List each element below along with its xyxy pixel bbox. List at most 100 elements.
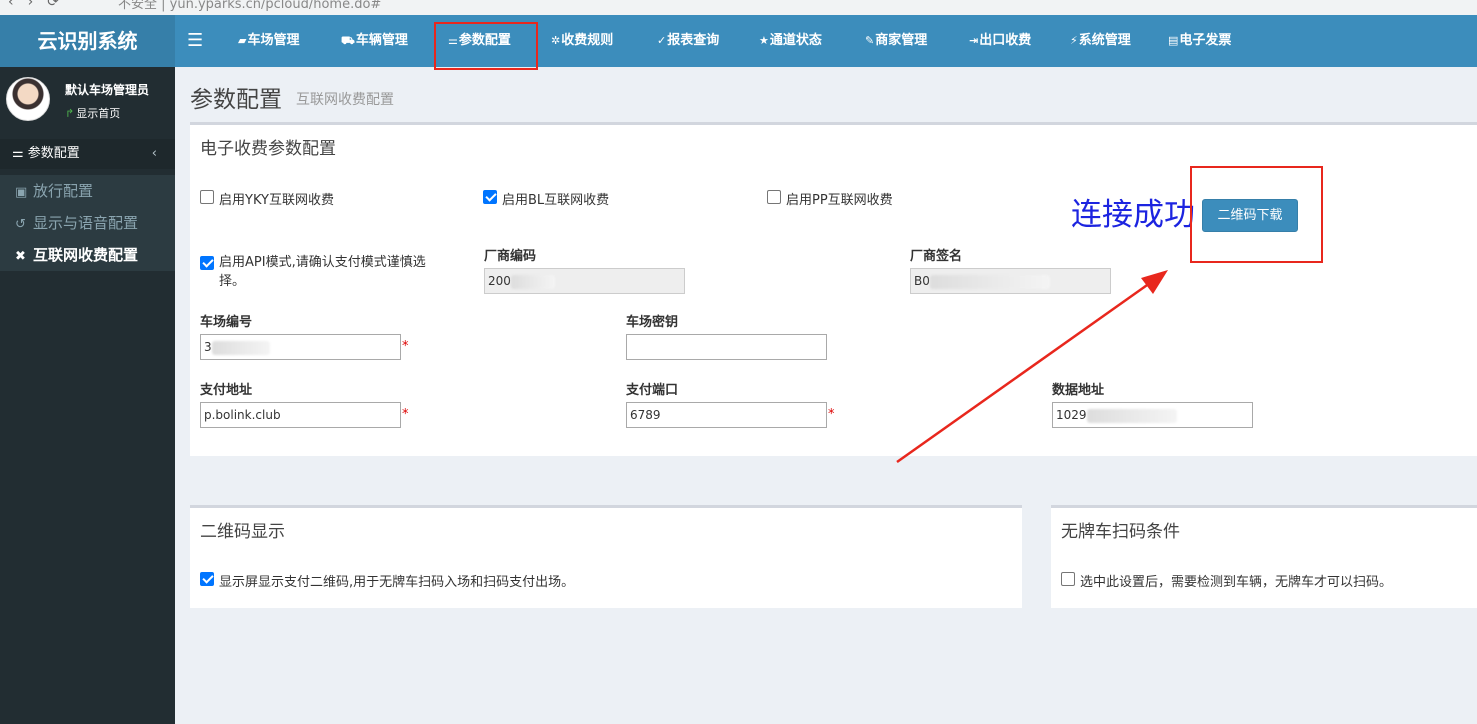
nav-label: 电子发票 bbox=[1179, 33, 1232, 48]
pay-port-label: 支付端口 bbox=[626, 383, 679, 398]
highlight-box-params bbox=[434, 22, 538, 70]
park-no-label: 车场编号 bbox=[200, 315, 253, 330]
home-link[interactable]: ↱ 显示首页 bbox=[65, 105, 120, 121]
avatar bbox=[6, 77, 50, 121]
vendor-code-field[interactable]: 200 bbox=[484, 268, 685, 294]
nav-vehicles[interactable]: ⛟车辆管理 bbox=[341, 15, 408, 67]
app-logo[interactable]: 云识别系统 bbox=[0, 15, 175, 67]
star-icon: ★ bbox=[759, 34, 769, 47]
bl-label: 启用BL互联网收费 bbox=[502, 193, 610, 208]
pp-option[interactable]: 启用PP互联网收费 bbox=[767, 189, 893, 208]
sidebar-item-release[interactable]: ▣ 放行配置 bbox=[0, 175, 175, 207]
vendor-code-label: 厂商编码 bbox=[484, 249, 537, 264]
nav-label: 商家管理 bbox=[875, 33, 928, 48]
nav-merchants[interactable]: ✎商家管理 bbox=[865, 15, 927, 67]
nav-label: 车辆管理 bbox=[355, 33, 408, 48]
bl-option[interactable]: 启用BL互联网收费 bbox=[483, 189, 609, 208]
pp-checkbox[interactable] bbox=[767, 190, 781, 204]
nav-einvoice[interactable]: ▤电子发票 bbox=[1168, 15, 1231, 67]
nav-label: 车场管理 bbox=[247, 33, 300, 48]
nav-label: 系统管理 bbox=[1078, 33, 1131, 48]
nav-fee-rules[interactable]: ✲收费规则 bbox=[551, 15, 613, 67]
invoice-icon: ▤ bbox=[1168, 34, 1179, 47]
qr-display-option[interactable]: 显示屏显示支付二维码,用于无牌车扫码入场和扫码支付出场。 bbox=[200, 571, 574, 590]
pp-label: 启用PP互联网收费 bbox=[786, 193, 893, 208]
sidebar-item-display-voice[interactable]: ↺ 显示与语音配置 bbox=[0, 207, 175, 239]
plate-scan-checkbox[interactable] bbox=[1061, 572, 1075, 586]
cogs-icon: ✲ bbox=[551, 34, 561, 47]
yky-option[interactable]: 启用YKY互联网收费 bbox=[200, 189, 334, 208]
tag-icon: ✎ bbox=[865, 34, 875, 47]
redacted-blur bbox=[1086, 408, 1177, 423]
sidebar-item-label: 放行配置 bbox=[33, 182, 94, 200]
browser-url[interactable]: 不安全 | yun.yparks.cn/pcloud/home.do# bbox=[118, 0, 381, 12]
qr-box-title: 二维码显示 bbox=[200, 522, 285, 542]
vendor-sign-value: B0 bbox=[914, 274, 930, 288]
home-link-label: 显示首页 bbox=[76, 107, 121, 120]
nav-label: 收费规则 bbox=[561, 33, 614, 48]
nav-exit-fee[interactable]: ⇥出口收费 bbox=[969, 15, 1031, 67]
sidebar-submenu: ▣ 放行配置 ↺ 显示与语音配置 ✖ 互联网收费配置 bbox=[0, 175, 175, 271]
vendor-sign-label: 厂商签名 bbox=[910, 249, 963, 264]
bl-checkbox[interactable] bbox=[483, 190, 497, 204]
park-key-label: 车场密钥 bbox=[626, 315, 679, 330]
plate-scan-box: 无牌车扫码条件 bbox=[1051, 505, 1477, 608]
data-address-value: 1029 bbox=[1056, 408, 1087, 422]
vendor-code-value: 200 bbox=[488, 274, 511, 288]
park-no-field[interactable]: 3 bbox=[200, 334, 401, 360]
nav-channel-status[interactable]: ★通道状态 bbox=[759, 15, 822, 67]
release-icon: ▣ bbox=[15, 185, 28, 200]
nav-label: 出口收费 bbox=[979, 33, 1032, 48]
browser-url-bar: ‹›⟳ 不安全 | yun.yparks.cn/pcloud/home.do# bbox=[0, 0, 1477, 15]
park-no-value: 3 bbox=[204, 340, 212, 354]
plate-scan-label: 选中此设置后，需要检测到车辆，无牌车才可以扫码。 bbox=[1080, 575, 1393, 590]
data-address-field[interactable]: 1029 bbox=[1052, 402, 1253, 428]
required-mark: * bbox=[828, 407, 835, 422]
sidebar-item-label: 显示与语音配置 bbox=[33, 214, 139, 232]
redacted-blur bbox=[510, 274, 555, 289]
plate-box-title: 无牌车扫码条件 bbox=[1061, 522, 1180, 542]
menu-toggle-icon[interactable]: ☰ bbox=[187, 15, 203, 67]
refresh-icon: ↺ bbox=[15, 217, 26, 232]
pay-address-field[interactable]: p.bolink.club bbox=[200, 402, 401, 428]
bolt-icon: ⚡ bbox=[1070, 34, 1078, 47]
highlight-box-qr bbox=[1190, 166, 1323, 263]
api-mode-checkbox[interactable] bbox=[200, 256, 214, 270]
page-title: 参数配置 bbox=[190, 87, 282, 113]
chart-icon: ✓ bbox=[657, 34, 667, 47]
browser-nav-icons[interactable]: ‹›⟳ bbox=[8, 0, 73, 10]
required-mark: * bbox=[402, 407, 409, 422]
qr-display-label: 显示屏显示支付二维码,用于无牌车扫码入场和扫码支付出场。 bbox=[219, 575, 575, 590]
share-icon: ↱ bbox=[65, 107, 75, 120]
sidebar-section-params[interactable]: ⚌ 参数配置 ‹ bbox=[0, 139, 175, 169]
api-mode-label: 启用API模式,请确认支付模式谨慎选择。 bbox=[219, 255, 426, 289]
yky-checkbox[interactable] bbox=[200, 190, 214, 204]
user-name: 默认车场管理员 bbox=[65, 83, 150, 97]
park-key-field[interactable] bbox=[626, 334, 827, 360]
sidebar-item-internet-fee[interactable]: ✖ 互联网收费配置 bbox=[0, 239, 175, 271]
sidebar-item-label: 互联网收费配置 bbox=[33, 246, 139, 264]
qr-display-checkbox[interactable] bbox=[200, 572, 214, 586]
exit-icon: ⇥ bbox=[969, 34, 979, 47]
api-mode-option[interactable]: 启用API模式,请确认支付模式谨慎选择。 bbox=[200, 255, 444, 291]
nav-label: 报表查询 bbox=[667, 33, 720, 48]
nav-label: 通道状态 bbox=[769, 33, 822, 48]
qr-display-box: 二维码显示 bbox=[190, 505, 1022, 608]
nav-system[interactable]: ⚡系统管理 bbox=[1070, 15, 1131, 67]
required-mark: * bbox=[402, 339, 409, 354]
sidebar: 默认车场管理员 ↱ 显示首页 ⚌ 参数配置 ‹ ▣ 放行配置 ↺ 显示与语音配置 ✖ 互… bbox=[0, 67, 175, 724]
car-front-icon: ▰ bbox=[238, 34, 247, 47]
network-icon: ✖ bbox=[15, 249, 26, 264]
redacted-blur bbox=[211, 340, 270, 355]
pay-port-field[interactable]: 6789 bbox=[626, 402, 827, 428]
plate-scan-option[interactable]: 选中此设置后，需要检测到车辆，无牌车才可以扫码。 bbox=[1061, 571, 1392, 590]
user-panel: 默认车场管理员 ↱ 显示首页 bbox=[0, 67, 175, 131]
vendor-sign-field[interactable]: B0 bbox=[910, 268, 1111, 294]
pay-address-label: 支付地址 bbox=[200, 383, 253, 398]
sliders-icon: ⚌ bbox=[12, 146, 24, 161]
nav-reports[interactable]: ✓报表查询 bbox=[657, 15, 719, 67]
nav-parking-lot[interactable]: ▰车场管理 bbox=[238, 15, 299, 67]
data-address-label: 数据地址 bbox=[1052, 383, 1105, 398]
top-header: 云识别系统 ☰ ▰车场管理 ⛟车辆管理 ⚌参数配置 ✲收费规则 ✓报表查询 ★通… bbox=[0, 15, 1477, 67]
page-subtitle: 互联网收费配置 bbox=[296, 92, 394, 108]
